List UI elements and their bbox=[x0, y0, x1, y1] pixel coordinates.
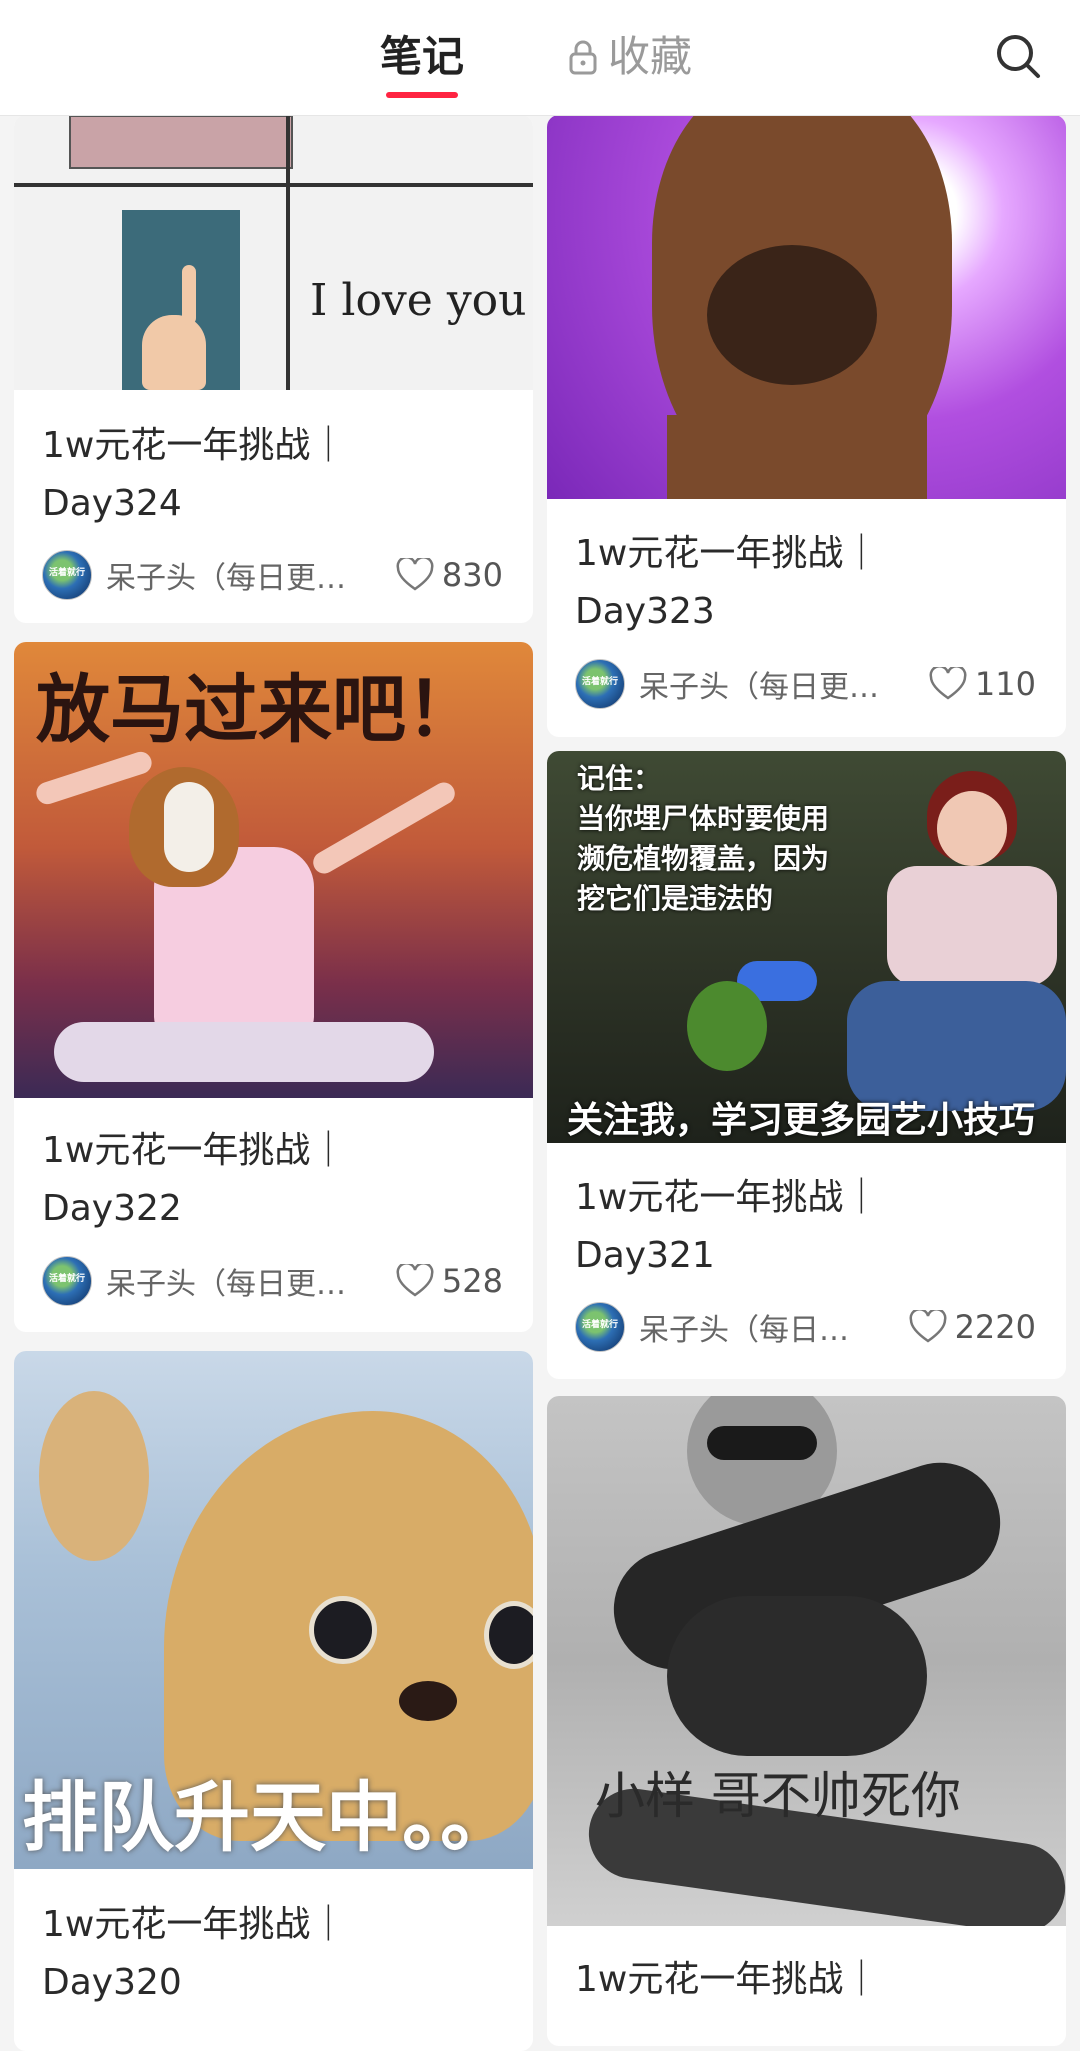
note-title: 1w元花一年挑战｜ Day322 bbox=[42, 1130, 347, 1229]
image-caption: I love you bbox=[310, 275, 527, 326]
image-caption-bottom: 关注我，学习更多园艺小技巧 bbox=[567, 1100, 1036, 1141]
tab-favorites-label: 收藏 bbox=[608, 32, 693, 81]
author-name[interactable]: 呆子头（每日更… bbox=[639, 662, 919, 706]
like-button[interactable]: 110 bbox=[929, 665, 1036, 703]
like-count: 830 bbox=[441, 556, 503, 594]
note-cover-image: I love you bbox=[14, 115, 533, 390]
search-icon bbox=[997, 35, 1040, 78]
like-button[interactable]: 528 bbox=[396, 1262, 503, 1300]
image-caption: 放马过来吧！ bbox=[36, 667, 480, 753]
heart-icon bbox=[909, 1310, 947, 1343]
author-avatar[interactable]: 活着就行 bbox=[575, 1302, 625, 1352]
note-meta: 活着就行 呆子头（每日更… 830 bbox=[42, 549, 503, 601]
search-button[interactable] bbox=[994, 32, 1042, 80]
author-name[interactable]: 呆子头（每日更… bbox=[106, 553, 386, 597]
active-tab-indicator bbox=[386, 92, 459, 98]
author-avatar[interactable]: 活着就行 bbox=[42, 550, 92, 600]
like-button[interactable]: 830 bbox=[396, 556, 503, 594]
like-count: 528 bbox=[441, 1262, 503, 1300]
heart-icon bbox=[396, 1264, 434, 1297]
lock-icon bbox=[569, 40, 597, 75]
tab-favorites[interactable]: 收藏 bbox=[568, 22, 692, 92]
heart-icon bbox=[396, 558, 434, 591]
like-button[interactable]: 2220 bbox=[909, 1308, 1036, 1346]
author-avatar[interactable]: 活着就行 bbox=[42, 1256, 92, 1306]
note-title: 1w元花一年挑战｜ Day323 bbox=[575, 533, 880, 632]
note-meta: 活着就行 呆子头（每日… 2220 bbox=[575, 1301, 1036, 1353]
note-title: 1w元花一年挑战｜ Day321 bbox=[575, 1177, 880, 1276]
like-count: 2220 bbox=[954, 1308, 1036, 1346]
note-cover-image bbox=[547, 115, 1066, 499]
author-name[interactable]: 呆子头（每日更… bbox=[106, 1259, 386, 1303]
image-caption-top: 记住： 当你埋尸体时要使用 濒危植物覆盖，因为 挖它们是违法的 bbox=[577, 762, 830, 915]
note-cover-image: 排队升天中。。 bbox=[14, 1351, 533, 1869]
note-card[interactable]: 1w元花一年挑战｜ Day323 活着就行 呆子头（每日更… 110 bbox=[547, 115, 1066, 737]
author-name[interactable]: 呆子头（每日… bbox=[639, 1305, 899, 1349]
heart-icon bbox=[929, 667, 967, 700]
author-avatar[interactable]: 活着就行 bbox=[575, 659, 625, 709]
note-cover-image: 放马过来吧！ bbox=[14, 642, 533, 1098]
note-card[interactable]: 记住： 当你埋尸体时要使用 濒危植物覆盖，因为 挖它们是违法的 关注我，学习更多… bbox=[547, 751, 1066, 1379]
note-card[interactable]: 排队升天中。。 1w元花一年挑战｜ Day320 bbox=[14, 1351, 533, 2051]
image-caption: 排队升天中。。 bbox=[22, 1773, 516, 1862]
note-title: 1w元花一年挑战｜ Day320 bbox=[42, 1904, 347, 2003]
note-meta: 活着就行 呆子头（每日更… 528 bbox=[42, 1255, 503, 1307]
like-count: 110 bbox=[974, 665, 1036, 703]
top-bar: 笔记 收藏 bbox=[0, 0, 1080, 116]
note-cover-image: 记住： 当你埋尸体时要使用 濒危植物覆盖，因为 挖它们是违法的 关注我，学习更多… bbox=[547, 751, 1066, 1143]
note-title: 1w元花一年挑战｜ bbox=[575, 1959, 880, 2000]
note-title: 1w元花一年挑战｜ Day324 bbox=[42, 425, 347, 524]
image-caption: 小样 哥不帅死你 bbox=[595, 1767, 961, 1825]
note-card[interactable]: 放马过来吧！ 1w元花一年挑战｜ Day322 活着就行 呆子头（每日更… 52… bbox=[14, 642, 533, 1332]
note-card[interactable]: 小样 哥不帅死你 1w元花一年挑战｜ bbox=[547, 1396, 1066, 2046]
note-cover-image: 小样 哥不帅死你 bbox=[547, 1396, 1066, 1926]
note-card[interactable]: I love you 1w元花一年挑战｜ Day324 活着就行 呆子头（每日更… bbox=[14, 115, 533, 623]
tab-notes[interactable]: 笔记 bbox=[380, 22, 465, 98]
tab-notes-label: 笔记 bbox=[380, 32, 465, 81]
note-meta: 活着就行 呆子头（每日更… 110 bbox=[575, 658, 1036, 710]
